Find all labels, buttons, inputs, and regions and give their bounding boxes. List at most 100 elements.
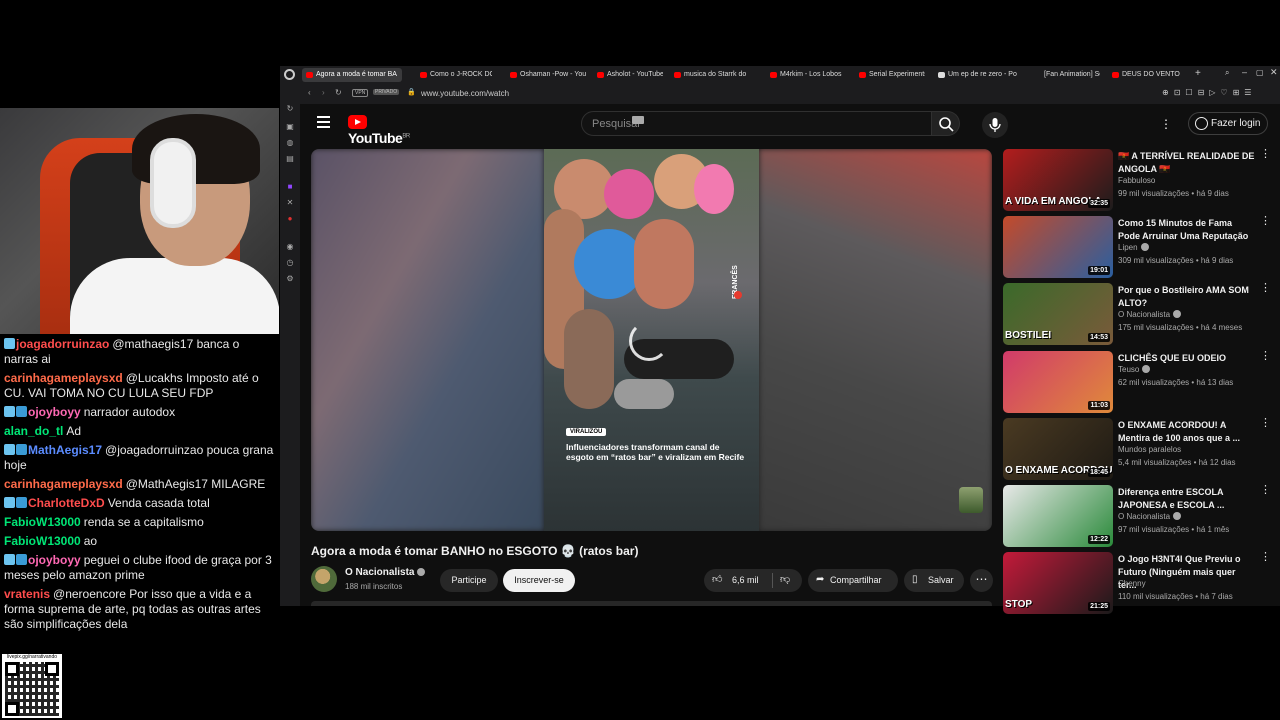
more-options-icon[interactable]: ⋮ xyxy=(1260,283,1271,294)
more-options-icon[interactable]: ⋮ xyxy=(1260,149,1271,160)
browser-tab[interactable]: musica do Starrk do xyxy=(670,68,758,82)
headphones xyxy=(150,138,196,228)
more-actions-icon[interactable]: ⋯ xyxy=(970,569,993,592)
login-button[interactable]: Fazer login xyxy=(1188,112,1268,135)
settings-icon[interactable]: ⚙ xyxy=(285,274,295,284)
video-player[interactable]: FRANCÊS VIRALIZOU Influenciadores transf… xyxy=(311,149,992,531)
reload-icon[interactable]: ↻ xyxy=(335,88,342,97)
browser-tab[interactable]: Serial Experiments La xyxy=(855,68,925,82)
recommended-channel[interactable]: O Nacionalista xyxy=(1118,310,1182,319)
recommended-video[interactable]: O ENXAME ACORDOU 18:45 O ENXAME ACORDOU! A… xyxy=(1003,418,1273,482)
notes-icon[interactable]: ▤ xyxy=(285,154,295,164)
recommended-title[interactable]: 🇦🇴 A TERRÍVEL REALIDADE DE ANGOLA 🇦🇴 xyxy=(1118,150,1255,176)
chat-username[interactable]: CharlotteDxD xyxy=(28,496,105,510)
x-icon[interactable]: ✕ xyxy=(285,198,295,208)
messenger-icon[interactable]: ◍ xyxy=(285,138,295,148)
minimize-icon[interactable]: – xyxy=(1242,67,1247,77)
like-dislike-group[interactable]: 👍︎ 6,6 mil 👎︎ xyxy=(704,569,802,592)
browser-tab[interactable]: [Fan Animation] Son xyxy=(1030,68,1100,82)
recommended-video[interactable]: BOSTILEI 14:53 Por que o Bostileiro AMA SO… xyxy=(1003,283,1273,347)
video-thumbnail[interactable]: BOSTILEI 14:53 xyxy=(1003,283,1113,345)
vpn-badge[interactable]: VPN xyxy=(352,89,369,97)
more-options-icon[interactable]: ⋮ xyxy=(1260,552,1271,563)
channel-name[interactable]: O Nacionalista xyxy=(345,567,426,578)
recommended-video[interactable]: 12:22 Diferença entre ESCOLA JAPONESA e E… xyxy=(1003,485,1273,549)
chat-username[interactable]: carinhagameplaysxd xyxy=(4,477,123,491)
record-icon[interactable]: ● xyxy=(285,214,295,224)
browser-tab[interactable]: Agora a moda é tomar BA xyxy=(302,68,402,82)
share-button[interactable]: ➦ Compartilhar xyxy=(808,569,898,592)
more-options-icon[interactable]: ⋮ xyxy=(1260,216,1271,227)
more-options-icon[interactable]: ⋮ xyxy=(1260,418,1271,429)
wallet-icon[interactable]: ▣ xyxy=(285,122,295,132)
browser-tab[interactable]: Oshaman -Pow - You xyxy=(506,68,586,82)
chat-username[interactable]: FabioW13000 xyxy=(4,534,81,548)
chat-username[interactable]: carinhagameplaysxd xyxy=(4,371,123,385)
chat-username[interactable]: ojoyboyy xyxy=(28,405,81,419)
subscribe-button[interactable]: Inscrever-se xyxy=(503,569,575,592)
chat-username[interactable]: FabioW13000 xyxy=(4,515,81,529)
chat-username[interactable]: joagadorruinzao xyxy=(16,337,109,351)
player-icon[interactable]: ◉ xyxy=(285,242,295,252)
more-options-icon[interactable]: ⋮ xyxy=(1260,485,1271,496)
video-thumbnail[interactable]: 11:03 xyxy=(1003,351,1113,413)
history-icon[interactable]: ↻ xyxy=(285,104,295,114)
description-box[interactable] xyxy=(311,601,992,606)
recommended-video[interactable]: 11:03 CLICHÊS QUE EU ODEIO Teuso 62 mil vis… xyxy=(1003,351,1273,415)
video-thumbnail[interactable]: 19:01 xyxy=(1003,216,1113,278)
thumbs-down-icon[interactable]: 👎︎ xyxy=(780,574,792,586)
recommended-title[interactable]: Por que o Bostileiro AMA SOM ALTO? xyxy=(1118,284,1255,310)
recommended-video[interactable]: A VIDA EM ANGOLA 32:35 🇦🇴 A TERRÍVEL REALI… xyxy=(1003,149,1273,213)
hamburger-menu-icon[interactable] xyxy=(317,116,331,128)
person-icon xyxy=(1195,117,1208,130)
search-tabs-icon[interactable]: ⌕ xyxy=(1225,68,1229,78)
forward-icon[interactable]: › xyxy=(322,88,325,97)
recommended-channel[interactable]: Chenny xyxy=(1118,579,1146,588)
chat-username[interactable]: MathAegis17 xyxy=(28,443,102,457)
recommended-channel[interactable]: Lipen xyxy=(1118,243,1149,252)
youtube-logo[interactable]: YouTubeBR xyxy=(348,114,428,146)
channel-avatar[interactable] xyxy=(311,566,337,592)
recommended-title[interactable]: CLICHÊS QUE EU ODEIO xyxy=(1118,352,1255,365)
url-field[interactable]: www.youtube.com/watch xyxy=(421,89,509,98)
settings-more-icon[interactable]: ⋮ xyxy=(1160,116,1172,132)
opera-logo-icon[interactable] xyxy=(284,69,295,80)
back-icon[interactable]: ‹ xyxy=(308,88,311,97)
thumbs-up-icon[interactable]: 👍︎ xyxy=(712,574,724,586)
clock-icon[interactable]: ◷ xyxy=(285,258,295,268)
voice-search-button[interactable] xyxy=(982,112,1008,138)
video-thumbnail[interactable]: STOP 21:25 xyxy=(1003,552,1113,614)
browser-tab[interactable]: Como o J-ROCK DOM xyxy=(416,68,492,82)
twitch-icon[interactable]: ■ xyxy=(285,182,295,192)
more-options-icon[interactable]: ⋮ xyxy=(1260,351,1271,362)
new-tab-icon[interactable]: + xyxy=(1195,68,1201,79)
browser-tab[interactable]: M4rkim - Los Lobos xyxy=(766,68,846,82)
toolbar-icons[interactable]: ⊕⊡☐⊟▷♡⊞☰ xyxy=(1162,88,1256,97)
browser-tab[interactable]: DEUS DO VENTO (Mo xyxy=(1108,68,1182,82)
keyboard-icon[interactable] xyxy=(632,116,644,124)
close-window-icon[interactable]: ✕ xyxy=(1270,67,1278,78)
join-button[interactable]: Participe xyxy=(440,569,498,592)
recommended-channel[interactable]: Mundos paralelos xyxy=(1118,445,1181,454)
chat-username[interactable]: vratenis xyxy=(4,587,50,601)
channel-watermark[interactable] xyxy=(959,487,983,513)
recommended-video[interactable]: 19:01 Como 15 Minutos de Fama Pode Arruin… xyxy=(1003,216,1273,280)
chat-username[interactable]: ojoyboyy xyxy=(28,553,81,567)
video-thumbnail[interactable]: A VIDA EM ANGOLA 32:35 xyxy=(1003,149,1113,211)
recommended-title[interactable]: Diferença entre ESCOLA JAPONESA e ESCOLA… xyxy=(1118,486,1255,512)
chat-username[interactable]: alan_do_tl xyxy=(4,424,63,438)
recommended-channel[interactable]: Teuso xyxy=(1118,365,1151,374)
livepix-qr-code[interactable]: livepix.gg/narrativando xyxy=(2,654,62,718)
recommended-title[interactable]: O ENXAME ACORDOU! A Mentira de 100 anos … xyxy=(1118,419,1255,445)
recommended-video[interactable]: STOP 21:25 O Jogo H3NT4I Que Previu o Futu… xyxy=(1003,552,1273,616)
browser-tab[interactable]: Um ep de re zero - Po xyxy=(934,68,1022,82)
save-button[interactable]: ▯ Salvar xyxy=(904,569,964,592)
search-button[interactable] xyxy=(932,111,960,136)
recommended-channel[interactable]: Fabbuloso xyxy=(1118,176,1155,185)
recommended-channel[interactable]: O Nacionalista xyxy=(1118,512,1182,521)
maximize-icon[interactable]: ▢ xyxy=(1256,68,1264,77)
browser-tab[interactable]: Asholot - YouTube xyxy=(593,68,663,82)
video-thumbnail[interactable]: O ENXAME ACORDOU 18:45 xyxy=(1003,418,1113,480)
video-thumbnail[interactable]: 12:22 xyxy=(1003,485,1113,547)
recommended-title[interactable]: Como 15 Minutos de Fama Pode Arruinar Um… xyxy=(1118,217,1255,243)
